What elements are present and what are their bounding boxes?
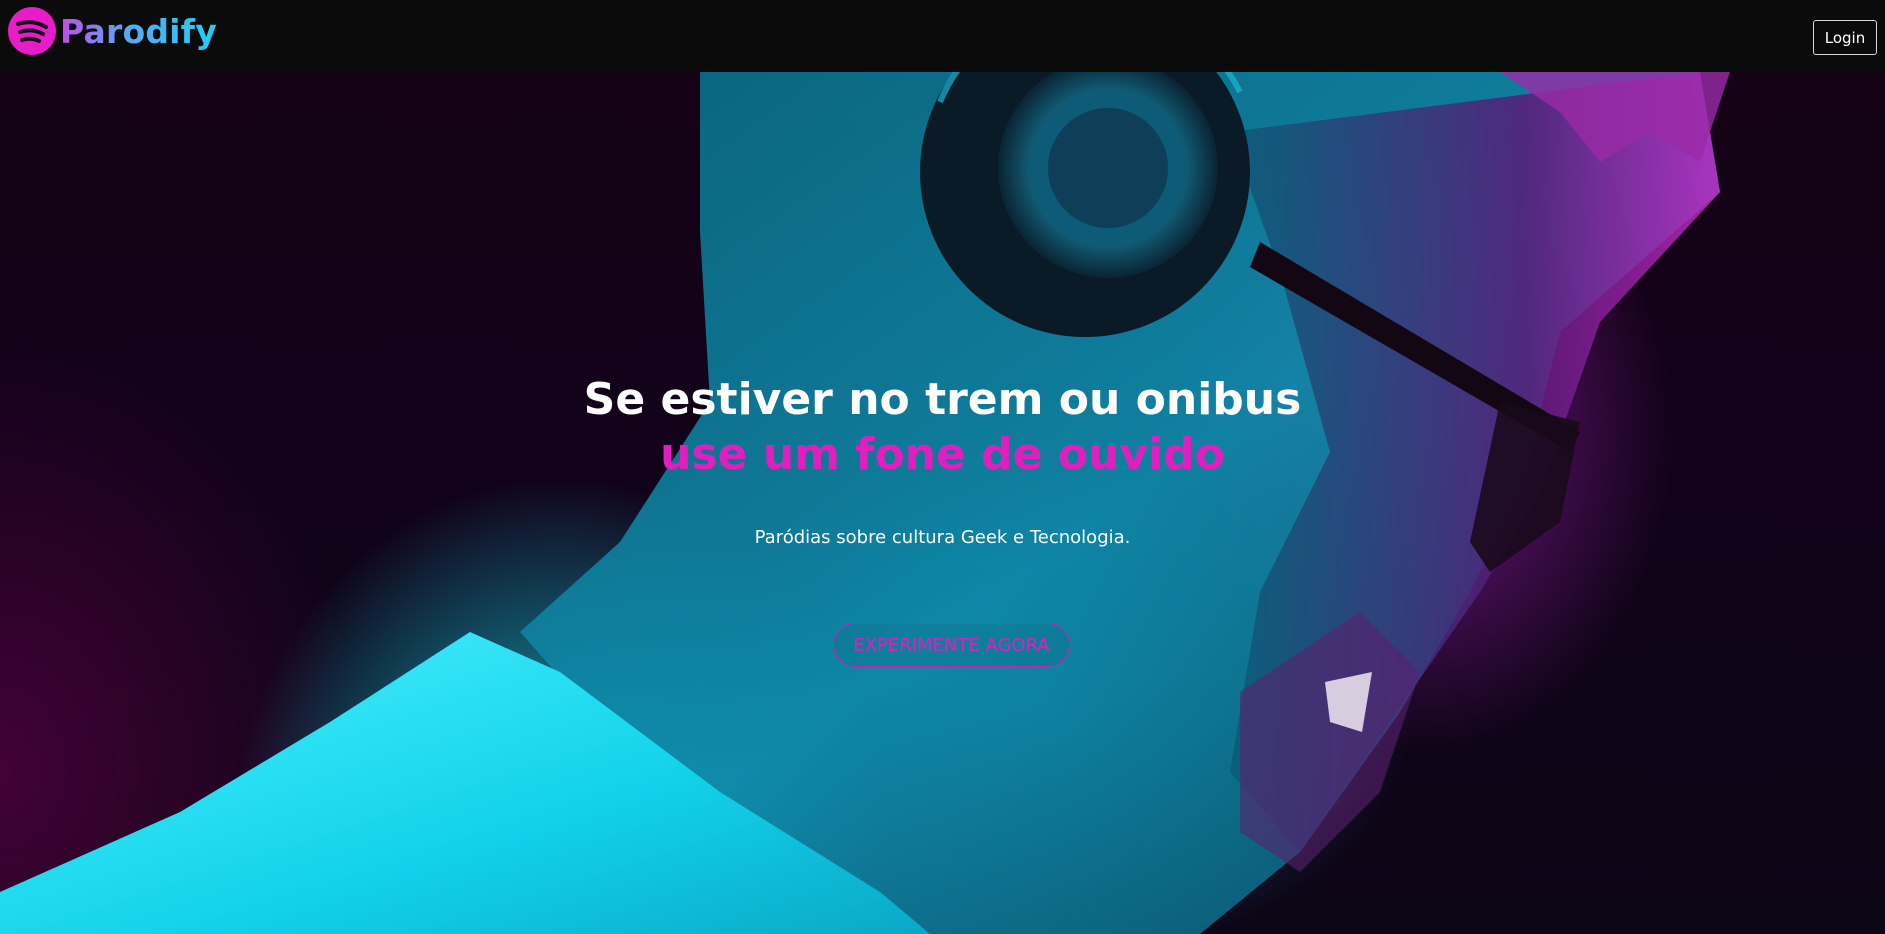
brand-logo[interactable]: Parodify [8, 6, 217, 56]
navbar: Parodify Login [0, 0, 1885, 72]
try-now-button[interactable]: EXPERIMENTE AGORA [833, 623, 1070, 667]
hero-content: Se estiver no trem ou onibus use um fone… [0, 72, 1885, 934]
sound-waves-icon [8, 7, 56, 55]
hero-subtitle: Paródias sobre cultura Geek e Tecnologia… [754, 527, 1131, 548]
login-button[interactable]: Login [1813, 20, 1877, 55]
hero-headline: Se estiver no trem ou onibus [583, 374, 1302, 425]
hero-headline-accent: use um fone de ouvido [660, 429, 1225, 480]
brand-name: Parodify [60, 11, 217, 51]
hero-section: Se estiver no trem ou onibus use um fone… [0, 72, 1885, 934]
